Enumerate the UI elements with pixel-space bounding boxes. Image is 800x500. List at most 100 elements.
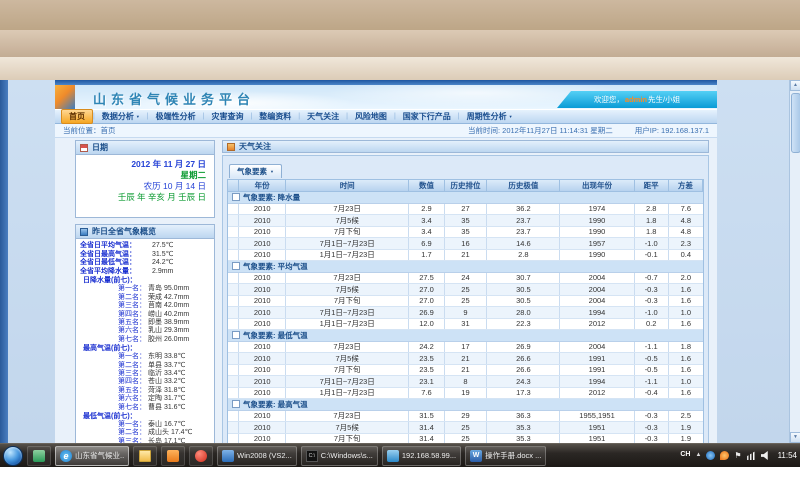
section-checkbox[interactable] [232,262,240,270]
nav-item-1[interactable]: 数据分析▼ [95,110,147,123]
overview-stat: 全省平均降水量：2.9mm [80,268,212,277]
table-row: 20107月5候31.42535.31951-0.31.9 [228,422,703,434]
taskbar-clock[interactable]: 11:54 [778,451,797,460]
table-cell: 23.7 [487,215,560,226]
column-header: 历史极值 [487,180,560,191]
table-cell: 1994 [560,376,634,387]
volume-icon[interactable] [761,451,770,460]
table-row: 20107月下旬23.52126.61991-0.51.6 [228,365,703,377]
section-checkbox[interactable] [232,193,240,201]
row-select [228,284,239,295]
table-cell: -0.5 [635,365,669,376]
network-icon[interactable] [747,451,756,460]
table-cell: 26.9 [487,342,560,353]
table-cell: 16 [445,238,488,249]
table-cell: 1.6 [669,319,703,330]
table-cell: 2004 [560,296,634,307]
table-cell: 1月1日~7月23日 [286,388,410,399]
table-cell: 7月23日 [286,411,410,422]
table-row: 20107月下旬3.43523.719901.84.8 [228,227,703,239]
site-logo [55,85,75,109]
welcome-ribbon: 欢迎您， admin 先生/小姐 [557,91,717,108]
nav-item-5[interactable]: 天气关注 [300,110,346,123]
taskbar-window-word[interactable]: 操作手册.docx ... [465,446,546,466]
table-cell: 23.1 [409,376,444,387]
taskbar-window-cmd[interactable]: C:\Windows\s... [301,446,378,466]
table-cell: 1990 [560,227,634,238]
row-select [228,204,239,215]
column-header: 时间 [286,180,410,191]
table-cell: 7.6 [669,204,703,215]
nav-item-3[interactable]: 灾害查询 [204,110,250,123]
nav-item-6[interactable]: 风险地图 [348,110,394,123]
table-cell: -0.4 [635,388,669,399]
nav-item-8[interactable]: 周期性分析▼ [460,110,520,123]
table-cell: 31.5 [409,411,444,422]
table-cell: 1990 [560,250,634,261]
table-cell: 6.9 [409,238,444,249]
table-cell: 7月23日 [286,342,410,353]
stat-label: 全省平均降水量： [80,268,152,277]
table-cell: 1991 [560,365,634,376]
table-cell: 7月下旬 [286,296,410,307]
table-cell: 2010 [239,388,286,399]
overview-panel-title: 昨日全省气象概览 [92,226,156,237]
show-hidden-icons-icon[interactable]: ▲ [695,451,701,460]
table-cell: 17.3 [487,388,560,399]
rank-value: 苍山 33.2℃ [148,378,185,386]
stat-value: 31.5℃ [152,251,174,260]
section-row[interactable]: 气象要素: 降水量 [228,192,703,204]
rank-item: 第四名：苍山 33.2℃ [80,378,212,386]
table-cell: 2012 [560,319,634,330]
row-select [228,319,239,330]
messenger-tray-icon[interactable] [706,451,715,460]
chevron-down-icon: ▼ [136,114,140,119]
taskbar-window-rdp[interactable]: 192.168.58.99... [382,446,461,466]
taskbar-window-vm[interactable]: Win2008 (VS2... [217,446,297,466]
table-row: 20107月5候3.43523.719901.84.8 [228,215,703,227]
table-cell: 14.6 [487,238,560,249]
taskbar-window-ie[interactable]: 山东省气候业.. [55,446,129,466]
nav-item-0[interactable]: 首页 [61,109,93,124]
element-selector-button[interactable]: 气象要素 ▼ [229,164,282,178]
taskbar-window-label: 山东省气候业.. [75,450,124,461]
taskbar-button-media-orange[interactable] [161,446,185,466]
table-cell: 7月23日 [286,204,410,215]
row-select [228,227,239,238]
calendar-panel: 日期 2012 年 11 月 27 日 星期二 农历 10 月 14 日 壬辰 … [75,140,215,218]
section-checkbox[interactable] [232,331,240,339]
taskbar-button-media-red[interactable] [189,446,213,466]
nav-item-7[interactable]: 国家下行产品 [396,110,458,123]
taskbar-button-folder[interactable] [133,446,157,466]
action-center-flag-icon[interactable]: ⚑ [734,451,741,460]
table-row: 20107月1日~7月23日6.91614.61957-1.02.3 [228,238,703,250]
scroll-down-icon[interactable]: ▼ [790,432,800,443]
language-indicator[interactable]: CH [680,451,690,460]
nav-item-label: 首页 [69,111,85,122]
table-cell: 7月5候 [286,422,410,433]
rank-value: 菏泽 31.8℃ [148,387,185,395]
section-row[interactable]: 气象要素: 最低气温 [228,330,703,342]
table-cell: -0.7 [635,273,669,284]
app-tray-icon[interactable] [720,451,729,460]
table-cell: 35 [445,215,488,226]
column-header: 数值 [409,180,444,191]
taskbar-items: 山东省气候业.. Win2008 (VS2...C:\Windows\s...19… [3,446,546,465]
scrollbar-thumb[interactable] [791,93,800,153]
table-cell: 0.2 [635,319,669,330]
data-table: 年份时间数值历史排位历史极值出现年份距平方差 气象要素: 降水量20107月23… [227,179,704,445]
taskbar-button-pinned-app[interactable] [27,446,51,466]
section-row[interactable]: 气象要素: 平均气温 [228,261,703,273]
overview-stat: 全省日最低气温：24.2℃ [80,259,212,268]
start-button[interactable] [3,446,23,466]
section-row[interactable]: 气象要素: 最高气温 [228,399,703,411]
nav-item-4[interactable]: 整编资料 [252,110,298,123]
row-select [228,296,239,307]
table-cell: 8 [445,376,488,387]
nav-item-2[interactable]: 极端性分析 [149,110,203,123]
page-scrollbar[interactable]: ▲ ▼ [789,80,800,443]
section-checkbox[interactable] [232,400,240,408]
rank-item: 第三名：临沂 33.4℃ [80,370,212,378]
rank-value: 青岛 95.0mm [148,285,189,293]
scroll-up-icon[interactable]: ▲ [790,80,800,91]
